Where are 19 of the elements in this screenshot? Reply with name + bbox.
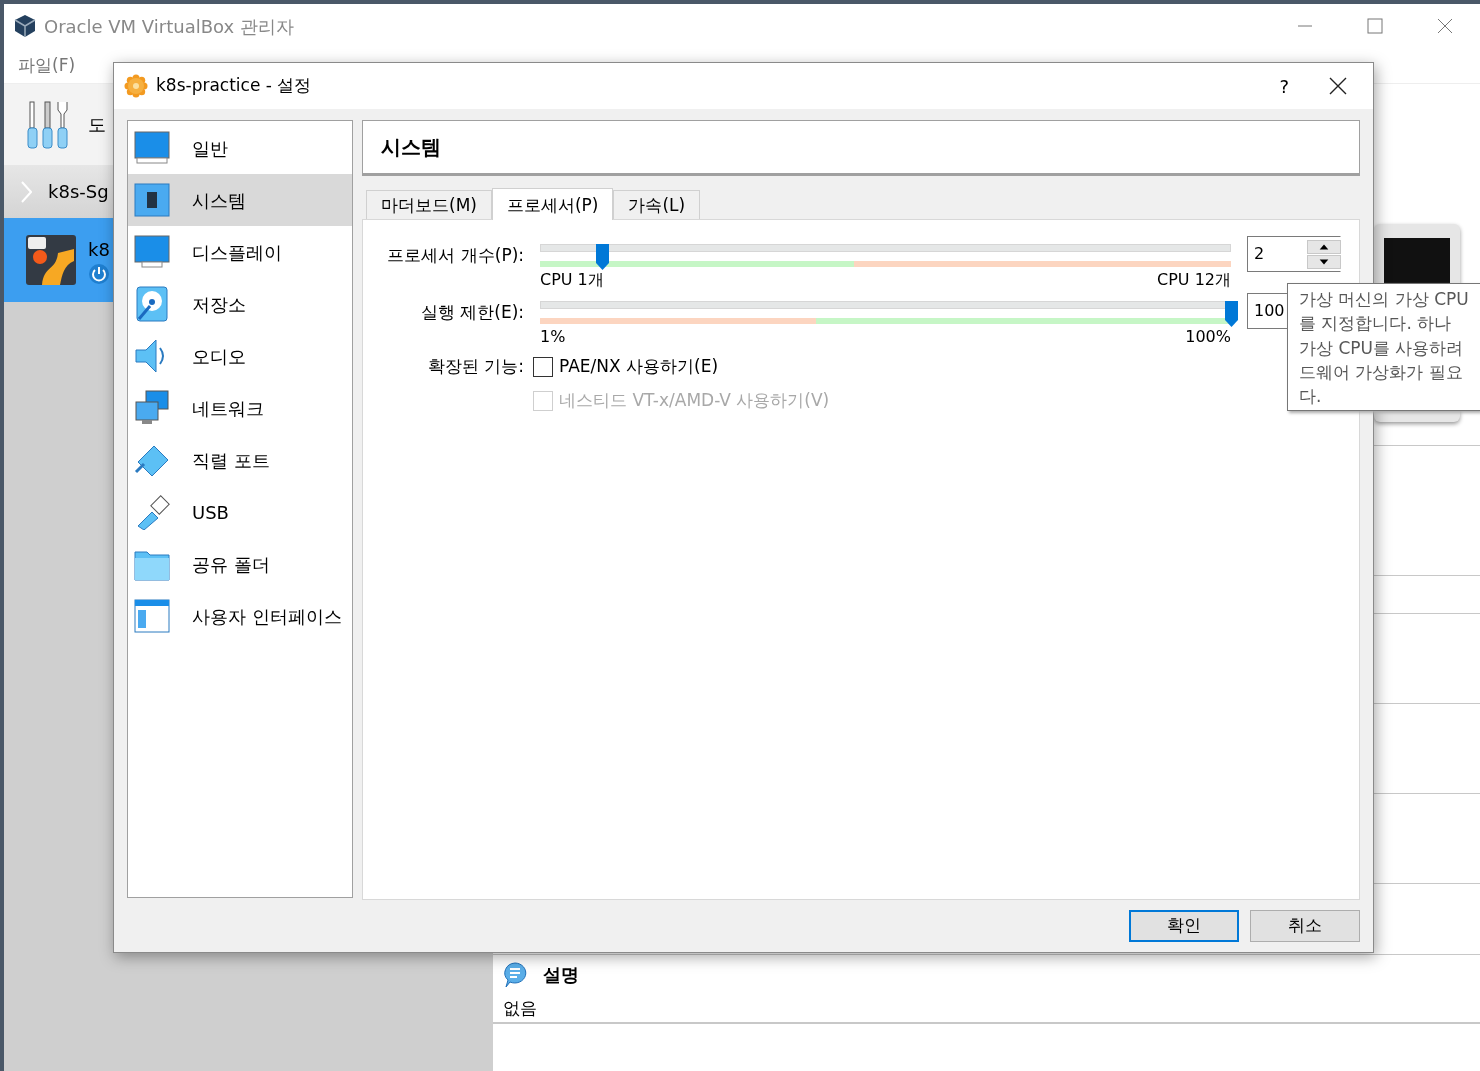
window-title: Oracle VM VirtualBox 관리자 <box>44 14 294 39</box>
min-label: CPU 1개 <box>540 269 604 291</box>
group-name: k8s-Sg <box>48 180 109 204</box>
vm-name: k8 <box>88 237 110 262</box>
min-label: 1% <box>540 326 566 348</box>
tooltip-line: 가상 CPU를 사용하려 <box>1299 336 1465 360</box>
max-label: 100% <box>1185 326 1231 348</box>
description-heading: 설명 <box>543 963 579 987</box>
slider-label: 프로세서 개수(P): <box>386 244 524 267</box>
tooltip-line: 드웨어 가상화가 필요 <box>1299 360 1464 384</box>
tooltip-line: 를 지정합니다. 하나 <box>1299 312 1453 336</box>
slider-label: 실행 제한(E): <box>419 301 524 324</box>
description-text: 없음 <box>503 997 538 1020</box>
max-label: CPU 12개 <box>1157 269 1231 291</box>
page-title: 시스템 <box>362 120 1360 176</box>
dialog-title: k8s-practice - 설정 <box>156 74 312 98</box>
features-label: 확장된 기능: <box>426 355 524 378</box>
tooltip-line: 다. <box>1299 385 1323 409</box>
tooltip-line: 가상 머신의 가상 CPU <box>1299 288 1470 311</box>
